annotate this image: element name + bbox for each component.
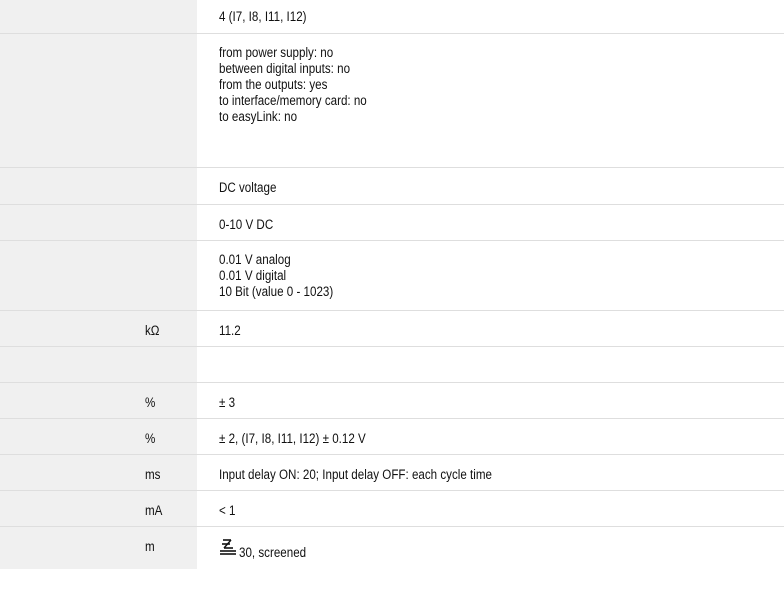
value-cell: 0-10 V DC bbox=[197, 205, 784, 240]
unit-cell: % bbox=[120, 383, 197, 418]
table-row: 0-10 V DC bbox=[0, 205, 784, 241]
unit-cell: % bbox=[120, 419, 197, 454]
value-cell: 11.2 bbox=[197, 311, 784, 346]
unit-cell bbox=[120, 168, 197, 204]
unit-cell bbox=[120, 241, 197, 310]
table-row: from power supply: no between digital in… bbox=[0, 34, 784, 168]
value-cell: 30, screened bbox=[197, 527, 784, 569]
value-cell: Input delay ON: 20; Input delay OFF: eac… bbox=[197, 455, 784, 490]
table-row: m 30, screened bbox=[0, 527, 784, 569]
table-row bbox=[0, 347, 784, 383]
value-cell: 0.01 V analog 0.01 V digital 10 Bit (val… bbox=[197, 241, 784, 310]
unit-cell bbox=[120, 0, 197, 33]
value-cell: ± 2, (I7, I8, I11, I12) ± 0.12 V bbox=[197, 419, 784, 454]
spec-table: 4 (I7, I8, I11, I12) from power supply: … bbox=[0, 0, 784, 569]
table-row: kΩ 11.2 bbox=[0, 311, 784, 347]
value-cell bbox=[197, 347, 784, 382]
value-cell: from power supply: no between digital in… bbox=[197, 34, 784, 167]
value-cell: DC voltage bbox=[197, 168, 784, 204]
table-row: mA < 1 bbox=[0, 491, 784, 527]
unit-cell: m bbox=[120, 527, 197, 569]
unit-cell: ms bbox=[120, 455, 197, 490]
table-row: 4 (I7, I8, I11, I12) bbox=[0, 0, 784, 34]
table-row: % ± 2, (I7, I8, I11, I12) ± 0.12 V bbox=[0, 419, 784, 455]
unit-cell bbox=[120, 347, 197, 382]
unit-cell: kΩ bbox=[120, 311, 197, 346]
unit-cell bbox=[120, 34, 197, 167]
unit-cell bbox=[120, 205, 197, 240]
table-row: % ± 3 bbox=[0, 383, 784, 419]
cable-length-text: 30, screened bbox=[239, 545, 307, 560]
shielded-cable-icon bbox=[220, 539, 236, 555]
table-row: 0.01 V analog 0.01 V digital 10 Bit (val… bbox=[0, 241, 784, 311]
value-cell: 4 (I7, I8, I11, I12) bbox=[197, 0, 784, 33]
table-row: DC voltage bbox=[0, 168, 784, 205]
value-cell: ± 3 bbox=[197, 383, 784, 418]
table-row: ms Input delay ON: 20; Input delay OFF: … bbox=[0, 455, 784, 491]
unit-cell: mA bbox=[120, 491, 197, 526]
value-cell: < 1 bbox=[197, 491, 784, 526]
